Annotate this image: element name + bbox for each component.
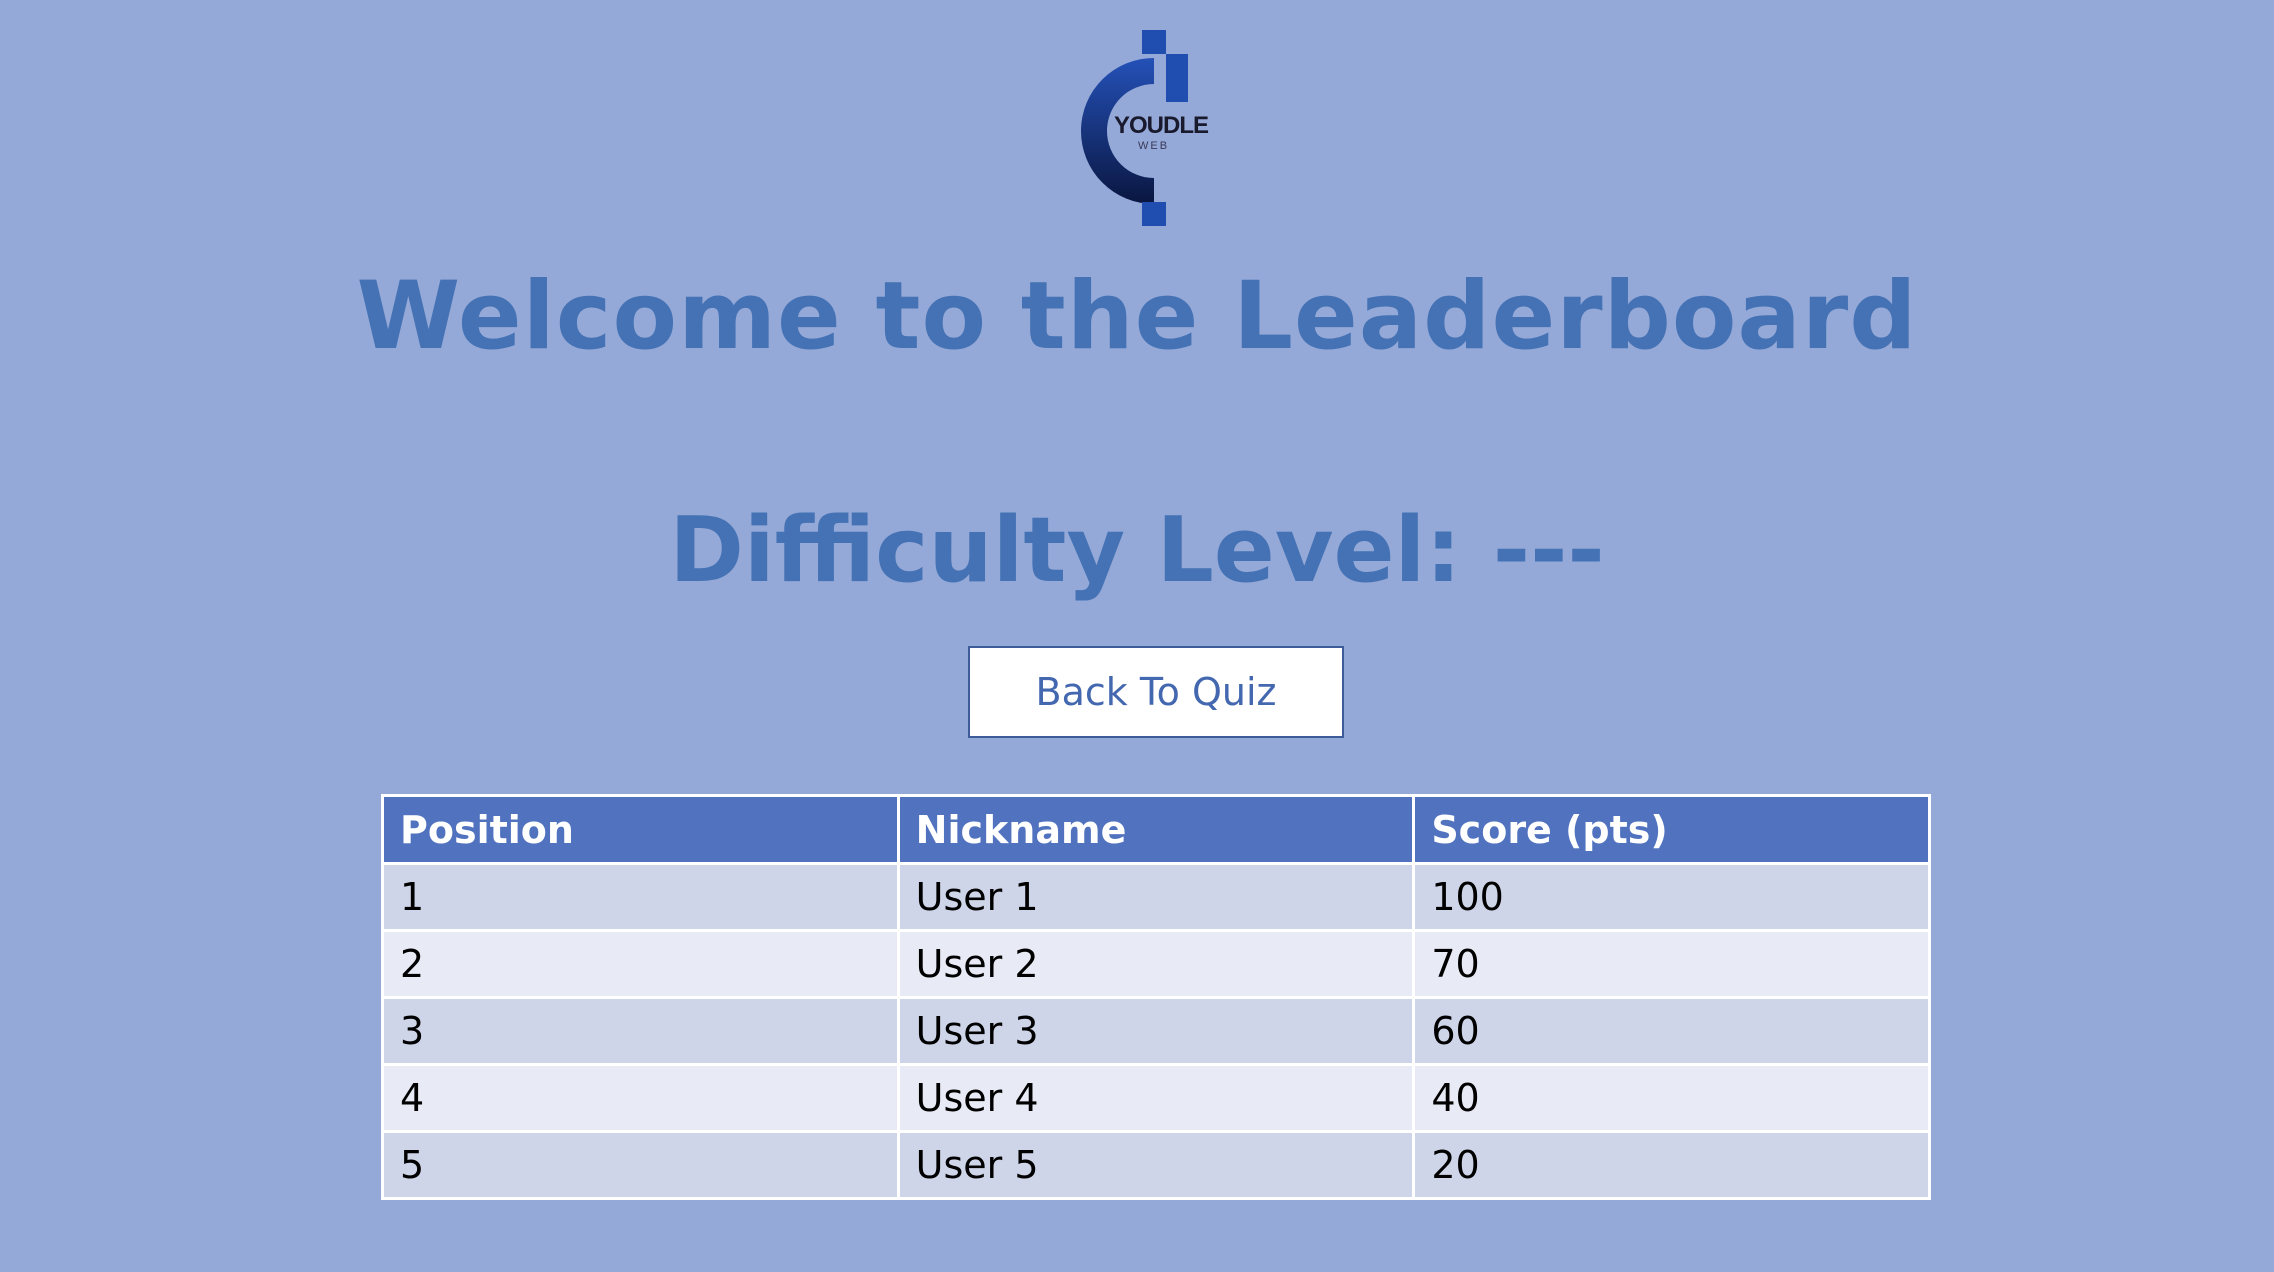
table-row: 1 User 1 100 bbox=[381, 862, 1931, 932]
cell-nickname: User 5 bbox=[896, 1130, 1416, 1200]
table-row: 3 User 3 60 bbox=[381, 996, 1931, 1066]
cell-score: 60 bbox=[1412, 996, 1931, 1066]
column-header-nickname: Nickname bbox=[896, 794, 1416, 865]
cell-score: 20 bbox=[1412, 1130, 1931, 1200]
table-row: 2 User 2 70 bbox=[381, 929, 1931, 999]
logo-text: YOUDLE bbox=[1114, 112, 1209, 139]
table-row: 5 User 5 20 bbox=[381, 1130, 1931, 1200]
cell-nickname: User 3 bbox=[896, 996, 1416, 1066]
youdle-logo: YOUDLE WEB bbox=[1064, 28, 1214, 228]
cell-nickname: User 2 bbox=[896, 929, 1416, 999]
cell-position: 1 bbox=[381, 862, 900, 932]
cell-position: 4 bbox=[381, 1063, 900, 1133]
cell-nickname: User 4 bbox=[896, 1063, 1416, 1133]
cell-score: 40 bbox=[1412, 1063, 1931, 1133]
leaderboard-table: Position Nickname Score (pts) 1 User 1 1… bbox=[381, 794, 1931, 1200]
difficulty-level: Difficulty Level: --- bbox=[669, 498, 1605, 603]
table-row: 4 User 4 40 bbox=[381, 1063, 1931, 1133]
cell-position: 2 bbox=[381, 929, 900, 999]
cell-score: 100 bbox=[1412, 862, 1931, 932]
cell-position: 3 bbox=[381, 996, 900, 1066]
column-header-position: Position bbox=[381, 794, 900, 865]
cell-position: 5 bbox=[381, 1130, 900, 1200]
table-header-row: Position Nickname Score (pts) bbox=[381, 794, 1931, 865]
back-to-quiz-button[interactable]: Back To Quiz bbox=[968, 646, 1344, 738]
logo-subtext: WEB bbox=[1138, 140, 1170, 152]
column-header-score: Score (pts) bbox=[1412, 794, 1931, 865]
page-title: Welcome to the Leaderboard bbox=[356, 262, 1918, 371]
cell-score: 70 bbox=[1412, 929, 1931, 999]
cell-nickname: User 1 bbox=[896, 862, 1416, 932]
